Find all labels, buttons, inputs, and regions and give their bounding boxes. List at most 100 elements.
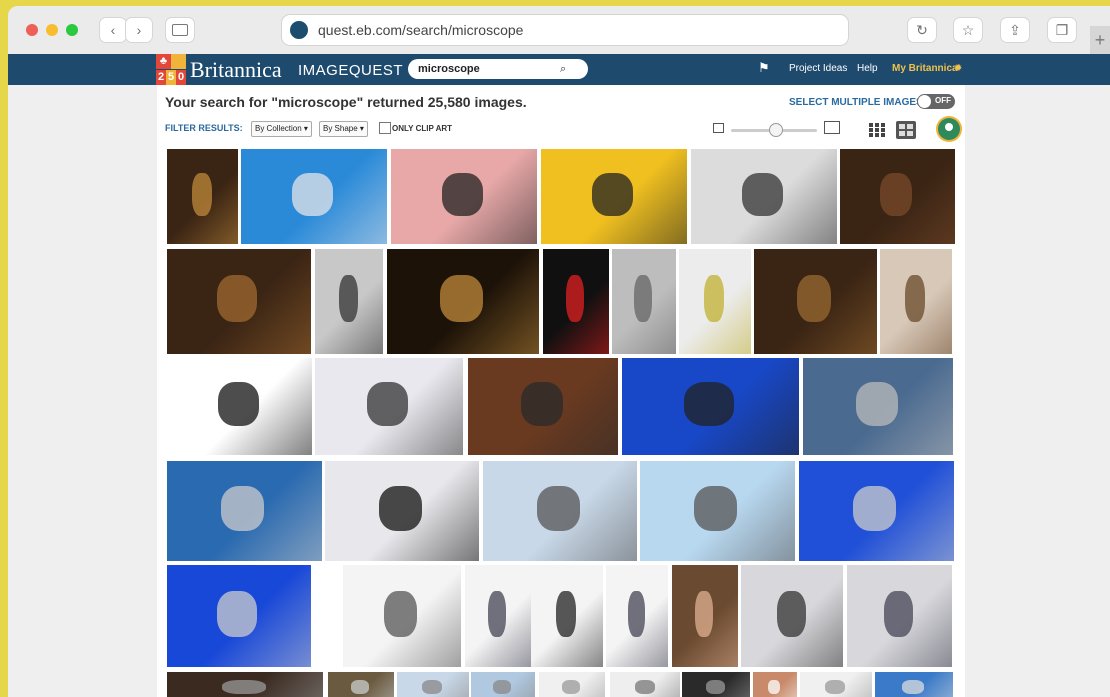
browser-window: ‹ › quest.eb.com/search/microscope ↻ ☆ ⇪… — [8, 6, 1110, 697]
back-button[interactable]: ‹ — [100, 18, 126, 42]
select-multiple-toggle[interactable]: OFF — [917, 94, 955, 109]
tabs-button[interactable]: ❐ — [1048, 18, 1076, 42]
results-page: Your search for "microscope" returned 25… — [157, 85, 965, 697]
forward-button[interactable]: › — [126, 18, 152, 42]
nav-project-ideas[interactable]: Project Ideas — [789, 63, 847, 74]
search-result-thumbnail[interactable] — [328, 672, 394, 697]
microscope-shape — [628, 591, 645, 637]
search-result-thumbnail[interactable] — [754, 249, 877, 354]
close-window-button[interactable] — [26, 24, 38, 36]
search-result-thumbnail[interactable] — [543, 249, 609, 354]
new-tab-button[interactable]: + — [1090, 26, 1110, 54]
mosaic-view-icon[interactable] — [896, 121, 916, 139]
grid-view-icon[interactable] — [869, 123, 885, 137]
search-result-thumbnail[interactable] — [471, 672, 535, 697]
search-result-thumbnail[interactable] — [800, 672, 872, 697]
site-favicon — [290, 21, 308, 39]
search-result-thumbnail[interactable] — [241, 149, 387, 244]
search-result-thumbnail[interactable] — [387, 249, 539, 354]
microscope-shape — [695, 591, 713, 637]
search-result-thumbnail[interactable] — [343, 565, 461, 667]
address-url: quest.eb.com/search/microscope — [318, 22, 524, 38]
microscope-shape — [384, 591, 417, 637]
search-result-thumbnail[interactable] — [167, 149, 238, 244]
slider-handle[interactable] — [769, 123, 783, 137]
microscope-shape — [351, 680, 369, 694]
reload-button[interactable]: ↻ — [908, 18, 936, 42]
microscope-shape — [493, 680, 511, 694]
shape-dropdown[interactable]: By Shape ▾ — [319, 121, 368, 137]
search-result-thumbnail[interactable] — [531, 565, 603, 667]
address-bar[interactable]: quest.eb.com/search/microscope — [282, 15, 848, 45]
search-result-thumbnail[interactable] — [640, 461, 795, 561]
microscope-shape — [488, 591, 506, 637]
microscope-shape — [768, 680, 780, 694]
search-result-thumbnail[interactable] — [610, 672, 680, 697]
search-result-thumbnail[interactable] — [875, 672, 953, 697]
logo-digit: 0 — [176, 70, 186, 85]
search-result-thumbnail[interactable] — [612, 249, 676, 354]
bookmark-button[interactable]: ☆ — [954, 18, 982, 42]
star-icon: ☆ — [961, 21, 975, 38]
search-box[interactable]: ⌕ — [408, 59, 588, 79]
small-image-icon[interactable] — [713, 123, 724, 133]
search-result-thumbnail[interactable] — [753, 672, 797, 697]
microscope-shape — [367, 382, 408, 426]
maximize-window-button[interactable] — [66, 24, 78, 36]
search-result-thumbnail[interactable] — [167, 358, 312, 455]
microscope-shape — [825, 680, 845, 694]
search-result-thumbnail[interactable] — [167, 672, 323, 697]
search-icon[interactable]: ⌕ — [560, 63, 566, 76]
microscope-shape — [694, 486, 737, 531]
search-result-thumbnail[interactable] — [315, 358, 463, 455]
search-result-thumbnail[interactable] — [397, 672, 469, 697]
sidebar-icon — [172, 24, 188, 36]
search-input[interactable] — [416, 62, 560, 76]
collection-dropdown[interactable]: By Collection ▾ — [251, 121, 312, 137]
settings-gear-icon[interactable]: ✹ — [954, 63, 962, 74]
result-summary: Your search for "microscope" returned 25… — [165, 94, 527, 110]
browser-toolbar: ‹ › quest.eb.com/search/microscope ↻ ☆ ⇪… — [8, 6, 1110, 54]
microscope-shape — [566, 275, 584, 322]
search-result-thumbnail[interactable] — [847, 565, 952, 667]
search-result-thumbnail[interactable] — [741, 565, 843, 667]
nav-my-britannica[interactable]: My Britannica — [892, 63, 958, 74]
search-result-thumbnail[interactable] — [539, 672, 605, 697]
user-avatar[interactable] — [938, 118, 960, 140]
sidebar-toggle-button[interactable] — [166, 18, 194, 42]
microscope-shape — [442, 173, 483, 216]
search-result-thumbnail[interactable] — [465, 565, 531, 667]
large-image-icon[interactable] — [824, 121, 840, 134]
microscope-shape — [635, 680, 655, 694]
search-result-thumbnail[interactable] — [622, 358, 799, 455]
microscope-shape — [797, 275, 831, 322]
search-result-thumbnail[interactable] — [391, 149, 537, 244]
logo-digit: 5 — [166, 70, 176, 85]
search-result-thumbnail[interactable] — [167, 249, 311, 354]
search-result-thumbnail[interactable] — [803, 358, 953, 455]
search-result-thumbnail[interactable] — [799, 461, 954, 561]
search-result-thumbnail[interactable] — [167, 461, 322, 561]
search-result-thumbnail[interactable] — [880, 249, 952, 354]
search-result-thumbnail[interactable] — [691, 149, 837, 244]
search-result-thumbnail[interactable] — [468, 358, 618, 455]
flag-icon[interactable]: ⚑ — [758, 60, 770, 76]
search-result-thumbnail[interactable] — [672, 565, 738, 667]
search-result-thumbnail[interactable] — [541, 149, 687, 244]
site-header: ♣ 2 5 0 Britannica IMAGEQUEST ⌕ ⚑ Projec… — [8, 54, 1110, 85]
britannica-250-logo[interactable]: ♣ 2 5 0 — [156, 54, 186, 85]
search-result-thumbnail[interactable] — [167, 565, 311, 667]
microscope-shape — [218, 382, 259, 426]
clip-art-checkbox[interactable] — [379, 122, 391, 134]
share-button[interactable]: ⇪ — [1001, 18, 1029, 42]
search-result-thumbnail[interactable] — [682, 672, 750, 697]
minimize-window-button[interactable] — [46, 24, 58, 36]
search-result-thumbnail[interactable] — [679, 249, 751, 354]
search-result-thumbnail[interactable] — [840, 149, 955, 244]
search-result-thumbnail[interactable] — [325, 461, 479, 561]
microscope-shape — [592, 173, 633, 216]
nav-help[interactable]: Help — [857, 63, 878, 74]
search-result-thumbnail[interactable] — [606, 565, 668, 667]
search-result-thumbnail[interactable] — [315, 249, 383, 354]
search-result-thumbnail[interactable] — [483, 461, 637, 561]
